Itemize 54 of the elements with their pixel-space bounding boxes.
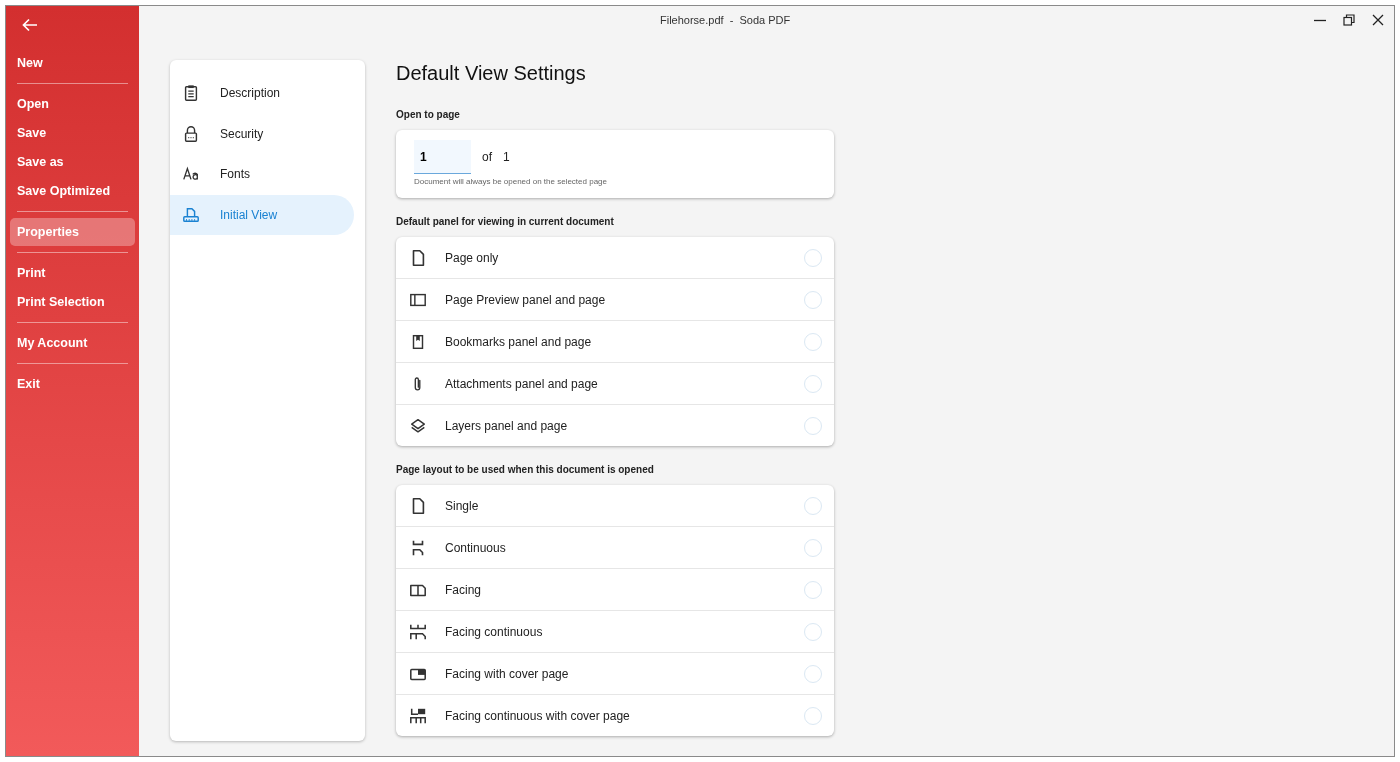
cover-continuous-icon [409,706,427,725]
section-label: Page layout to be used when this document is opened [396,464,655,475]
nav-item[interactable]: Initial View [170,194,354,235]
radio-button[interactable] [804,496,822,515]
ruler-page-icon [182,205,200,224]
menu-item[interactable]: Print [10,259,135,287]
radio-button[interactable] [804,538,822,557]
facing-continuous-icon [409,622,427,641]
restore-icon [1343,14,1355,26]
option-label: Facing continuous with cover page [445,708,631,723]
option-label: Page Preview panel and page [445,292,607,307]
menu-item[interactable]: Open [10,90,135,118]
menu-item[interactable]: Exit [10,370,135,398]
menu-item[interactable]: Save Optimized [10,177,135,205]
radio-button[interactable] [804,622,822,641]
option-label: Attachments panel and page [445,376,599,391]
page-total: 1 [503,150,510,164]
option-label: Continuous [445,540,507,555]
option-label: Facing continuous [445,624,544,639]
layers-icon [409,416,427,435]
nav-item[interactable]: Fonts [170,154,354,195]
radio-button[interactable] [804,580,822,599]
page-heading: Default View Settings [396,62,587,85]
nav-item[interactable]: Security [170,113,354,154]
radio-button[interactable] [804,374,822,393]
menu-item[interactable]: Save as [10,148,135,176]
radio-button[interactable] [804,290,822,309]
option-label: Single [445,498,480,513]
clipboard-icon [182,84,200,103]
radio-button[interactable] [804,248,822,267]
option-label: Facing with cover page [445,666,570,681]
menu-item[interactable]: Properties [10,218,135,246]
option-label: Bookmarks panel and page [445,334,593,349]
nav-item[interactable]: Description [170,73,354,114]
menu-item[interactable]: New [10,49,135,77]
option-label: Page only [445,250,500,265]
hint-text: Document will always be opened on the selected page [414,177,608,186]
menu-item[interactable]: Save [10,119,135,147]
page-number-field[interactable]: 1 [414,140,471,174]
section-label: Default panel for viewing in current document [396,216,615,227]
radio-button[interactable] [804,416,822,435]
of-label: of [482,150,492,164]
menu-item[interactable]: Print Selection [10,288,135,316]
option-label: Facing [445,582,483,597]
radio-button[interactable] [804,332,822,351]
back-arrow-icon[interactable] [21,16,39,34]
lock-icon [182,124,200,143]
close-icon [1372,14,1384,26]
option-label: Layers panel and page [445,418,569,433]
window-title: Filehorse.pdf - Soda PDF [660,14,791,26]
section-label: Open to page [396,109,461,120]
radio-button[interactable] [804,706,822,725]
radio-button[interactable] [804,664,822,683]
menu-item[interactable]: My Account [10,329,135,357]
